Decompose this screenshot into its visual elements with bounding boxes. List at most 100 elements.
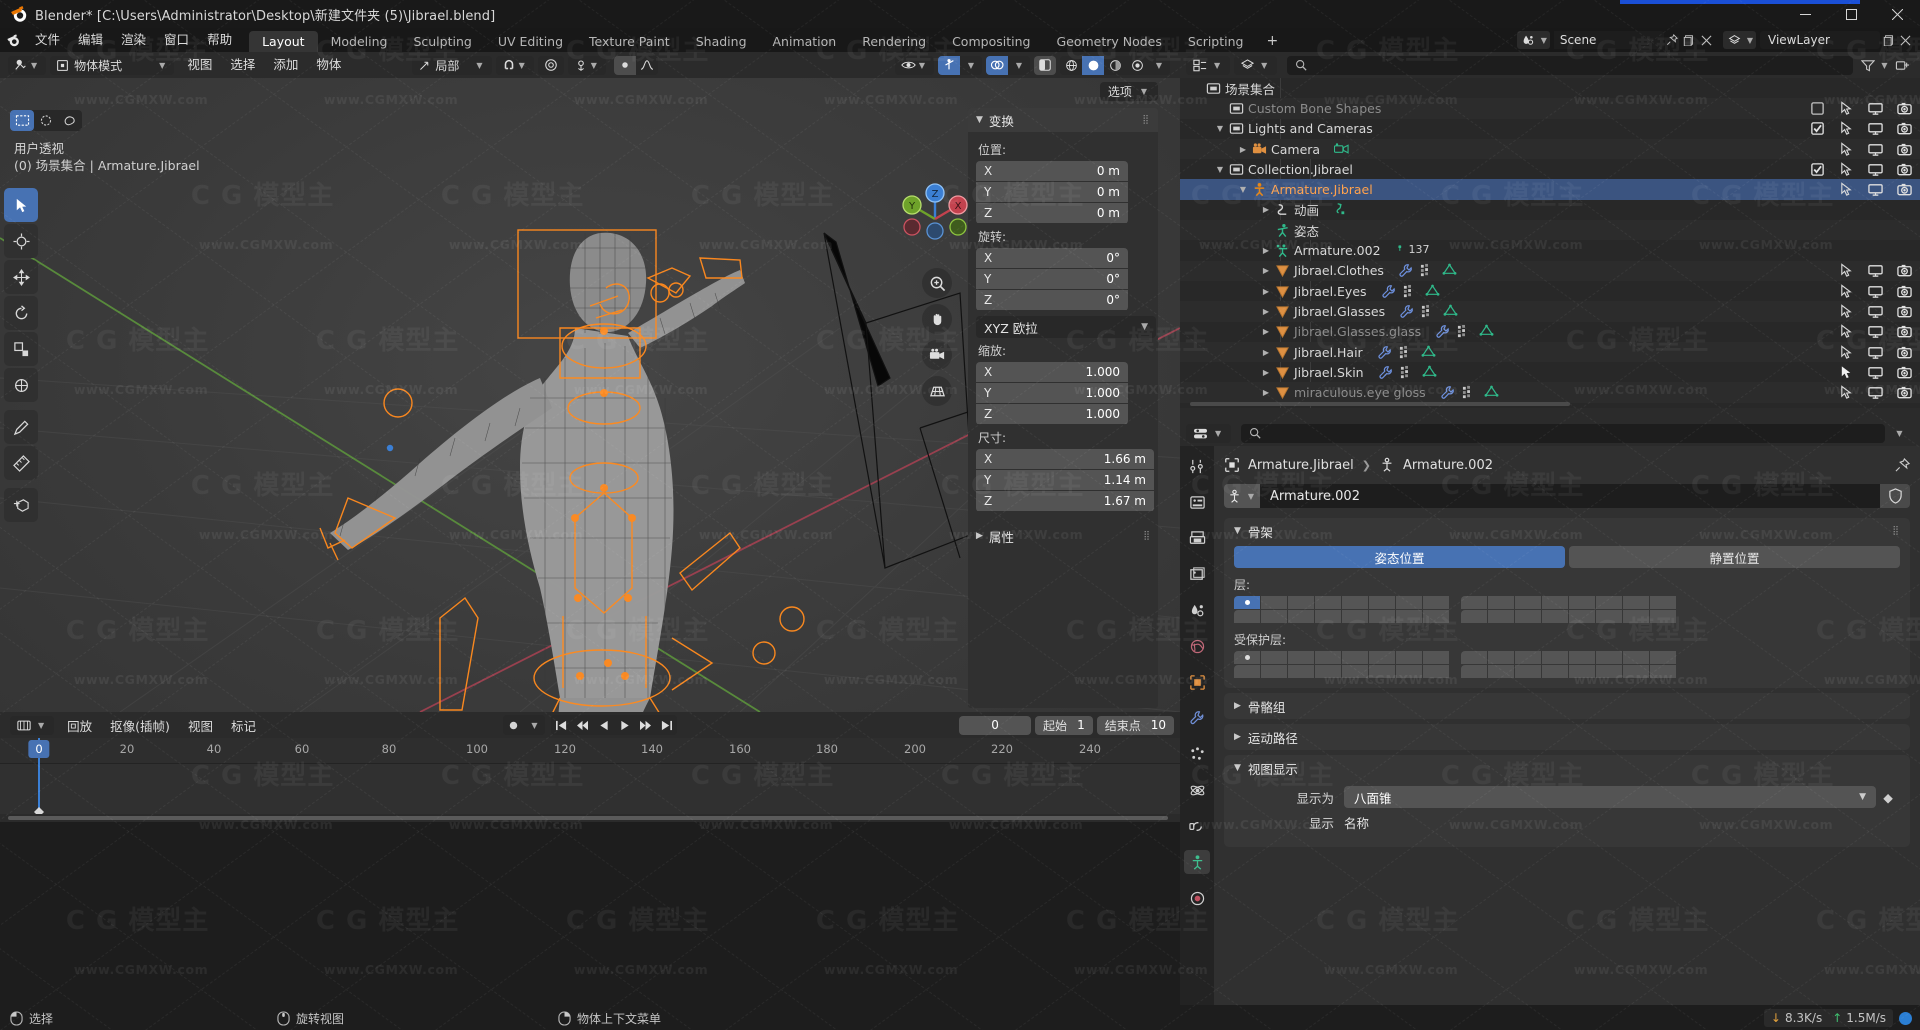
tool-cursor[interactable] [4, 224, 38, 258]
protected-cell-10[interactable] [1488, 651, 1514, 664]
layer-cell-28[interactable] [1542, 610, 1568, 623]
scale-z-field[interactable]: Z 1.000 [976, 404, 1128, 424]
outliner-row-armature-jibrael[interactable]: ▼ Armature.Jibrael [1180, 179, 1920, 200]
monitor-icon[interactable] [1868, 142, 1883, 157]
outliner-filter-chevron-icon[interactable]: ▼ [1876, 56, 1893, 74]
snap-target-icon[interactable] [613, 55, 636, 75]
layer-cell-7[interactable] [1396, 596, 1422, 609]
outliner-row--[interactable]: 场景集合 [1180, 78, 1920, 98]
show-overlays-toggle[interactable] [986, 55, 1008, 75]
menu-render[interactable]: 渲染 [112, 28, 155, 52]
auto-keyframe-icon[interactable] [503, 715, 524, 735]
properties-options-chevron-icon[interactable]: ▼ [1891, 424, 1908, 442]
layer-cell-10[interactable] [1488, 596, 1514, 609]
wrench-icon[interactable] [1440, 385, 1455, 400]
protected-cell-6[interactable] [1369, 651, 1395, 664]
cursor-filled-icon[interactable] [1839, 365, 1854, 380]
blender-menu-icon[interactable] [0, 32, 26, 49]
tab-animation[interactable]: Animation [760, 31, 850, 52]
cursor-icon[interactable] [1839, 324, 1854, 339]
layer-cell-24[interactable] [1423, 610, 1449, 623]
camera-icon[interactable] [1897, 284, 1912, 299]
play-reverse-button[interactable] [593, 715, 614, 735]
tool-transform[interactable] [4, 368, 38, 402]
layer-cell-2[interactable] [1261, 596, 1287, 609]
next-keyframe-button[interactable] [635, 715, 656, 735]
pose-position-button[interactable]: 姿态位置 [1234, 546, 1565, 568]
modifier-icon[interactable] [1462, 385, 1477, 400]
camera-icon[interactable] [1897, 101, 1912, 116]
outliner-row-jibrael-glasses[interactable]: ▶ Jibrael.Glasses [1180, 301, 1920, 322]
protected-cell-27[interactable] [1515, 665, 1541, 678]
select-circle-icon[interactable] [34, 110, 58, 131]
camera-data-icon[interactable] [1334, 142, 1349, 157]
tool-measure[interactable] [4, 446, 38, 480]
modifier-icon[interactable] [1403, 284, 1418, 299]
layer-cell-14[interactable] [1596, 596, 1622, 609]
layer-cell-25[interactable] [1461, 610, 1487, 623]
scene-name-field[interactable]: Scene [1553, 31, 1664, 49]
layer-cell-19[interactable] [1288, 610, 1314, 623]
modifier-icon[interactable] [1399, 345, 1414, 360]
editor-type-selector[interactable]: ▼ [8, 55, 47, 75]
shading-options-chevron-icon[interactable]: ▼ [1148, 56, 1170, 75]
outliner-expand-toggle[interactable]: ▶ [1259, 327, 1273, 336]
protected-cell-25[interactable] [1461, 665, 1487, 678]
wrench-icon[interactable] [1398, 263, 1413, 278]
timeline-menu-view[interactable]: 视图 [179, 716, 222, 735]
monitor-icon[interactable] [1868, 324, 1883, 339]
monitor-icon[interactable] [1868, 345, 1883, 360]
prev-keyframe-button[interactable] [572, 715, 593, 735]
dimension-y-field[interactable]: Y 1.14 m [976, 470, 1154, 490]
properties-editor[interactable]: ▼ ▼ Armature.Jibrael ❯ Armature.002 ▼ Ar… [1180, 420, 1920, 1005]
proportional-editing-toggle[interactable] [537, 55, 564, 75]
dimension-x-field[interactable]: X 1.66 m [976, 449, 1154, 469]
3d-viewport[interactable]: ▼ 物体模式 ▼ 视图 选择 添加 物体 局部 ▼ ▼ ▼ ▼ ▼ ▼ ▼ 用户… [0, 52, 1180, 712]
monitor-icon[interactable] [1868, 101, 1883, 116]
monitor-icon[interactable] [1868, 263, 1883, 278]
camera-icon[interactable] [1897, 162, 1912, 177]
show-gizmo-toggle[interactable] [938, 55, 960, 75]
menu-window[interactable]: 窗口 [155, 28, 198, 52]
camera-icon[interactable] [1897, 121, 1912, 136]
tool-add-cube[interactable] [4, 488, 38, 522]
tab-object-data[interactable] [1184, 850, 1210, 874]
camera-icon[interactable] [1897, 263, 1912, 278]
curve-falloff-icon[interactable] [636, 56, 658, 75]
layer-cell-13[interactable] [1569, 596, 1595, 609]
layer-cell-3[interactable] [1288, 596, 1314, 609]
layer-cell-6[interactable] [1369, 596, 1395, 609]
properties-editor-type[interactable]: ▼ [1186, 423, 1232, 443]
cursor-icon[interactable] [1839, 101, 1854, 116]
timeline-menu-playback[interactable]: 回放 [58, 716, 101, 735]
play-button[interactable] [614, 715, 635, 735]
outliner-filter-icon[interactable] [1859, 56, 1876, 74]
location-z-field[interactable]: Z 0 m [976, 203, 1128, 223]
pan-hand-icon[interactable] [922, 304, 952, 334]
new-viewlayer-icon[interactable] [1880, 31, 1897, 49]
tab-layout[interactable]: Layout [249, 31, 318, 52]
wrench-icon[interactable] [1378, 365, 1393, 380]
monitor-icon[interactable] [1868, 162, 1883, 177]
camera-icon[interactable] [1897, 345, 1912, 360]
tab-uv-editing[interactable]: UV Editing [485, 31, 576, 52]
checkbox-empty[interactable] [1810, 101, 1825, 116]
cursor-icon[interactable] [1839, 141, 1854, 157]
monitor-icon[interactable] [1868, 385, 1883, 400]
tool-move[interactable] [4, 260, 38, 294]
outliner-row--[interactable]: 姿态 [1180, 220, 1920, 241]
protected-cell-16[interactable] [1650, 651, 1676, 664]
monitor-icon[interactable] [1868, 121, 1883, 136]
mesh-data-icon[interactable] [1479, 324, 1494, 339]
viewport-menu-view[interactable]: 视图 [178, 53, 221, 77]
tab-scene[interactable] [1184, 598, 1210, 622]
tool-tweak[interactable] [4, 188, 38, 222]
breadcrumb-data-label[interactable]: Armature.002 [1403, 458, 1493, 473]
shading-rendered-button[interactable] [1126, 56, 1148, 75]
tab-constraints[interactable] [1184, 814, 1210, 838]
protected-cell-13[interactable] [1569, 651, 1595, 664]
bone-groups-panel-header[interactable]: ▶ 骨骼组 [1224, 693, 1910, 719]
visibility-selector[interactable]: ▼ [894, 55, 934, 75]
outliner-expand-toggle[interactable]: ▶ [1259, 307, 1273, 316]
timeline-ruler[interactable]: 20 40 60 80 100 120 140 160 180 200 220 … [0, 738, 1180, 764]
